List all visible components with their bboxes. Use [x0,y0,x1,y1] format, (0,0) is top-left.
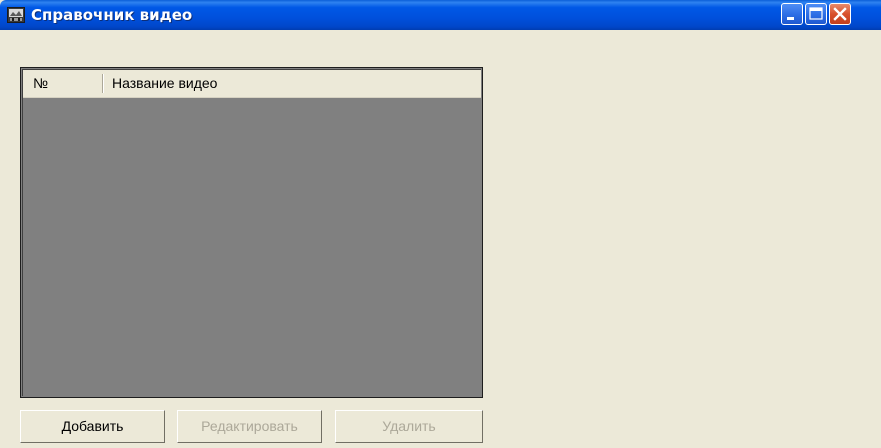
title-bar[interactable]: Справочник видео [0,0,881,30]
edit-button[interactable]: Редактировать [177,410,322,443]
list-header: № Название видео [23,70,481,98]
app-window: Справочник видео № Название видео Добави… [0,0,881,448]
column-header-video-name[interactable]: Название видео [112,70,482,96]
column-header-number[interactable]: № [33,70,113,96]
window-title: Справочник видео [31,6,193,24]
video-list[interactable]: № Название видео [20,67,483,398]
video-list-body: № Название видео [22,69,481,396]
maximize-button[interactable] [805,3,827,25]
close-button[interactable] [829,3,851,25]
delete-button[interactable]: Удалить [335,410,483,443]
video-catalog-app-icon [7,7,25,23]
column-divider[interactable] [102,74,104,93]
minimize-button[interactable] [781,3,803,25]
add-button[interactable]: Добавить [20,410,165,443]
